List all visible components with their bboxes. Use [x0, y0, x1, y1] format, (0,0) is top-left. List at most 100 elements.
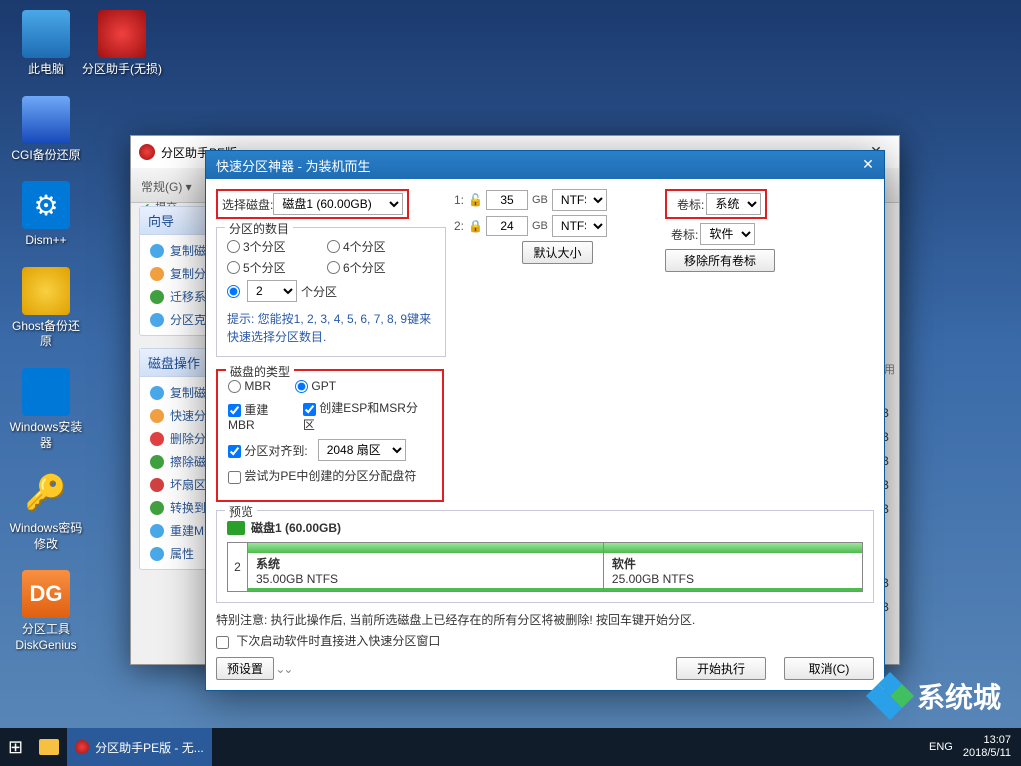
checkbox-align[interactable]: 分区对齐到:: [228, 442, 308, 459]
radio-custom-parts[interactable]: 2 个分区: [227, 278, 427, 304]
radio-4parts[interactable]: 4个分区: [327, 236, 427, 257]
desktop-icon-diskgenius[interactable]: DG 分区工具DiskGenius: [6, 570, 86, 653]
align-sector-dropdown[interactable]: 2048 扇区: [318, 439, 406, 461]
group-title: 预览: [225, 503, 257, 520]
custom-parts-dropdown[interactable]: 2: [247, 280, 297, 302]
sidebar-item-icon: [150, 386, 164, 400]
radio-mbr[interactable]: MBR: [228, 379, 271, 393]
warning-note: 特别注意: 执行此操作后, 当前所选磁盘上已经存在的所有分区将被删除! 按回车键…: [216, 611, 874, 628]
radio-6parts[interactable]: 6个分区: [327, 257, 427, 278]
volume-label-dropdown[interactable]: 系统: [706, 193, 761, 215]
disk-slot-software[interactable]: 软件 25.00GB NTFS: [604, 543, 862, 591]
desktop-icon-wininstall[interactable]: Windows安装器: [6, 368, 86, 451]
disk-bar: 2 系统 35.00GB NTFS 软件 25.00GB NTFS: [227, 542, 863, 592]
gear-icon: ⚙: [22, 181, 70, 229]
volume-label-highlight: 卷标: 系统: [665, 189, 767, 219]
checkbox-try-pe[interactable]: 尝试为PE中创建的分区分配盘符: [228, 467, 416, 484]
slot-name: 软件: [612, 555, 854, 572]
app-icon: [139, 144, 155, 160]
desktop-icon-aomei[interactable]: 分区助手(无损): [82, 10, 162, 78]
checkbox-next-boot[interactable]: 下次启动软件时直接进入快速分区窗口: [216, 632, 440, 649]
tray-ime[interactable]: ENG: [929, 741, 953, 753]
quick-partition-dialog: 快速分区神器 - 为装机而生 ✕ 选择磁盘: 磁盘1 (60.00GB) 分区的…: [205, 150, 885, 691]
preset-button[interactable]: 预设置: [216, 657, 274, 680]
lock-icon: 🔓: [468, 193, 482, 207]
start-button[interactable]: ⊞: [0, 728, 31, 766]
sidebar-item-icon: [150, 267, 164, 281]
taskbar-app-aomei[interactable]: 分区助手PE版 - 无...: [67, 728, 212, 766]
default-size-button[interactable]: 默认大小: [522, 241, 592, 264]
app-icon: [75, 740, 89, 754]
desktop-icon-passwd[interactable]: 🔑 Windows密码修改: [6, 469, 86, 552]
cancel-button[interactable]: 取消(C): [784, 657, 874, 680]
volume-label-dropdown[interactable]: 软件: [700, 223, 755, 245]
checkbox-input[interactable]: [228, 471, 241, 484]
key-icon: 🔑: [22, 469, 70, 517]
row-number: 2:: [450, 219, 464, 233]
watermark-text: 系统城: [917, 676, 1001, 716]
checkbox-input[interactable]: [228, 404, 241, 417]
dialog-titlebar[interactable]: 快速分区神器 - 为装机而生: [206, 151, 884, 179]
taskbar-explorer[interactable]: [31, 728, 67, 766]
radio-input[interactable]: [228, 380, 241, 393]
ghost-icon: [22, 267, 70, 315]
desktop-icon-label: 此电脑: [6, 62, 86, 78]
radio-input[interactable]: [227, 240, 240, 253]
dialog-title: 快速分区神器 - 为装机而生: [216, 156, 371, 175]
radio-input[interactable]: [295, 380, 308, 393]
desktop-icon-ghost[interactable]: Ghost备份还原: [6, 267, 86, 350]
select-disk-dropdown[interactable]: 磁盘1 (60.00GB): [273, 193, 403, 215]
radio-input[interactable]: [227, 261, 240, 274]
filesystem-dropdown[interactable]: NTFS: [552, 215, 607, 237]
checkbox-input[interactable]: [228, 445, 241, 458]
hammer-icon: [22, 96, 70, 144]
desktop-icon-cgi[interactable]: CGI备份还原: [6, 96, 86, 164]
disk-slot-system[interactable]: 系统 35.00GB NTFS: [248, 543, 604, 591]
desktop-icon-label: Ghost备份还原: [6, 319, 86, 350]
radio-input[interactable]: [227, 285, 240, 298]
filesystem-dropdown[interactable]: NTFS: [552, 189, 607, 211]
monitor-icon: [22, 10, 70, 58]
checkbox-input[interactable]: [303, 403, 316, 416]
unit-label: GB: [532, 220, 548, 232]
radio-5parts[interactable]: 5个分区: [227, 257, 327, 278]
dialog-close-button[interactable]: ✕: [858, 157, 878, 173]
tray-clock[interactable]: 13:07 2018/5/11: [963, 734, 1011, 760]
folder-icon: [39, 739, 59, 755]
size-input[interactable]: [486, 216, 528, 236]
slot-detail: 35.00GB NTFS: [256, 572, 595, 586]
sidebar-item-icon: [150, 244, 164, 258]
remove-labels-button[interactable]: 移除所有卷标: [665, 249, 775, 272]
sidebar-item-icon: [150, 524, 164, 538]
desktop-icon-label: Windows密码修改: [6, 521, 86, 552]
radio-gpt[interactable]: GPT: [295, 379, 336, 393]
select-disk-label: 选择磁盘:: [222, 196, 273, 213]
desktop-icon-dism[interactable]: ⚙ Dism++: [6, 181, 86, 249]
radio-3parts[interactable]: 3个分区: [227, 236, 327, 257]
slot-detail: 25.00GB NTFS: [612, 572, 854, 586]
desktop-icon-label: Dism++: [6, 233, 86, 249]
radio-input[interactable]: [327, 261, 340, 274]
checkbox-input[interactable]: [216, 636, 229, 649]
desktop-icon-label: 分区助手(无损): [82, 62, 162, 78]
checkbox-rebuild-mbr[interactable]: 重建MBR: [228, 401, 293, 432]
desktop-icon-thispc[interactable]: 此电脑: [6, 10, 86, 78]
partition-count-group: 分区的数目 3个分区 4个分区 5个分区 6个分区 2 个分区 提示: 您能按1…: [216, 227, 446, 357]
sidebar-item-icon: [150, 455, 164, 469]
group-title: 分区的数目: [225, 220, 293, 237]
slot-name: 系统: [256, 555, 595, 572]
size-input[interactable]: [486, 190, 528, 210]
desktop-icon-label: 分区工具DiskGenius: [6, 622, 86, 653]
start-button[interactable]: 开始执行: [676, 657, 766, 680]
checkbox-create-esp[interactable]: 创建ESP和MSR分区: [303, 399, 426, 433]
sidebar-item-icon: [150, 547, 164, 561]
taskbar-app-title: 分区助手PE版 - 无...: [95, 739, 204, 756]
partition-assistant-icon: [98, 10, 146, 58]
radio-input[interactable]: [327, 240, 340, 253]
disk-icon: [227, 521, 245, 535]
sidebar-item-icon: [150, 432, 164, 446]
menu-general[interactable]: 常规(G) ▾: [141, 180, 192, 194]
sidebar-item-icon: [150, 313, 164, 327]
tray-time: 13:07: [963, 734, 1011, 747]
desktop-icon-label: Windows安装器: [6, 420, 86, 451]
